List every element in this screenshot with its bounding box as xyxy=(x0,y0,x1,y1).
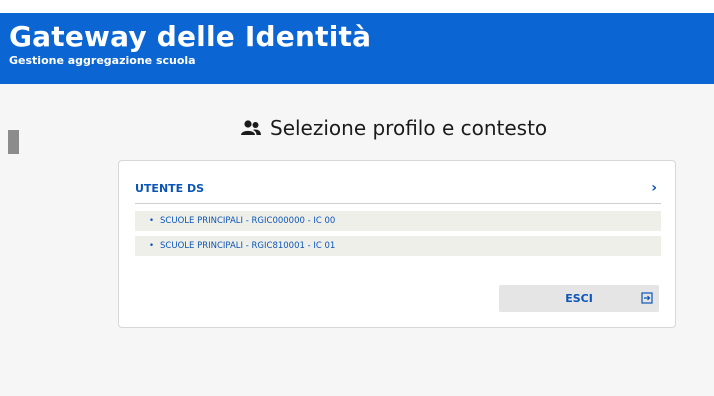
context-list: • SCUOLE PRINCIPALI - RGIC000000 - IC 00… xyxy=(135,211,661,261)
users-icon xyxy=(241,120,261,135)
app-title: Gateway delle Identità xyxy=(9,20,372,53)
bullet-icon: • xyxy=(149,241,155,251)
profile-row-utente-ds[interactable]: UTENTE DS › xyxy=(135,173,661,204)
context-item[interactable]: • SCUOLE PRINCIPALI - RGIC000000 - IC 00 xyxy=(135,211,661,231)
page-heading: Selezione profilo e contesto xyxy=(240,113,547,143)
bullet-icon: • xyxy=(149,216,155,226)
logout-icon xyxy=(641,292,653,304)
top-strip xyxy=(0,0,714,13)
exit-button-label: ESCI xyxy=(565,292,593,305)
context-item-label: SCUOLE PRINCIPALI - RGIC000000 - IC 00 xyxy=(160,216,336,226)
app-subtitle: Gestione aggregazione scuola xyxy=(9,54,196,67)
profile-card: UTENTE DS › • SCUOLE PRINCIPALI - RGIC00… xyxy=(118,160,676,328)
page-title: Selezione profilo e contesto xyxy=(270,116,548,140)
chevron-right-icon[interactable]: › xyxy=(651,180,661,196)
side-handle xyxy=(8,130,19,154)
profile-label: UTENTE DS xyxy=(135,181,205,195)
context-item-label: SCUOLE PRINCIPALI - RGIC810001 - IC 01 xyxy=(160,241,336,251)
app-header: Gateway delle Identità Gestione aggregaz… xyxy=(0,13,714,84)
exit-button[interactable]: ESCI xyxy=(499,285,659,312)
context-item[interactable]: • SCUOLE PRINCIPALI - RGIC810001 - IC 01 xyxy=(135,236,661,256)
